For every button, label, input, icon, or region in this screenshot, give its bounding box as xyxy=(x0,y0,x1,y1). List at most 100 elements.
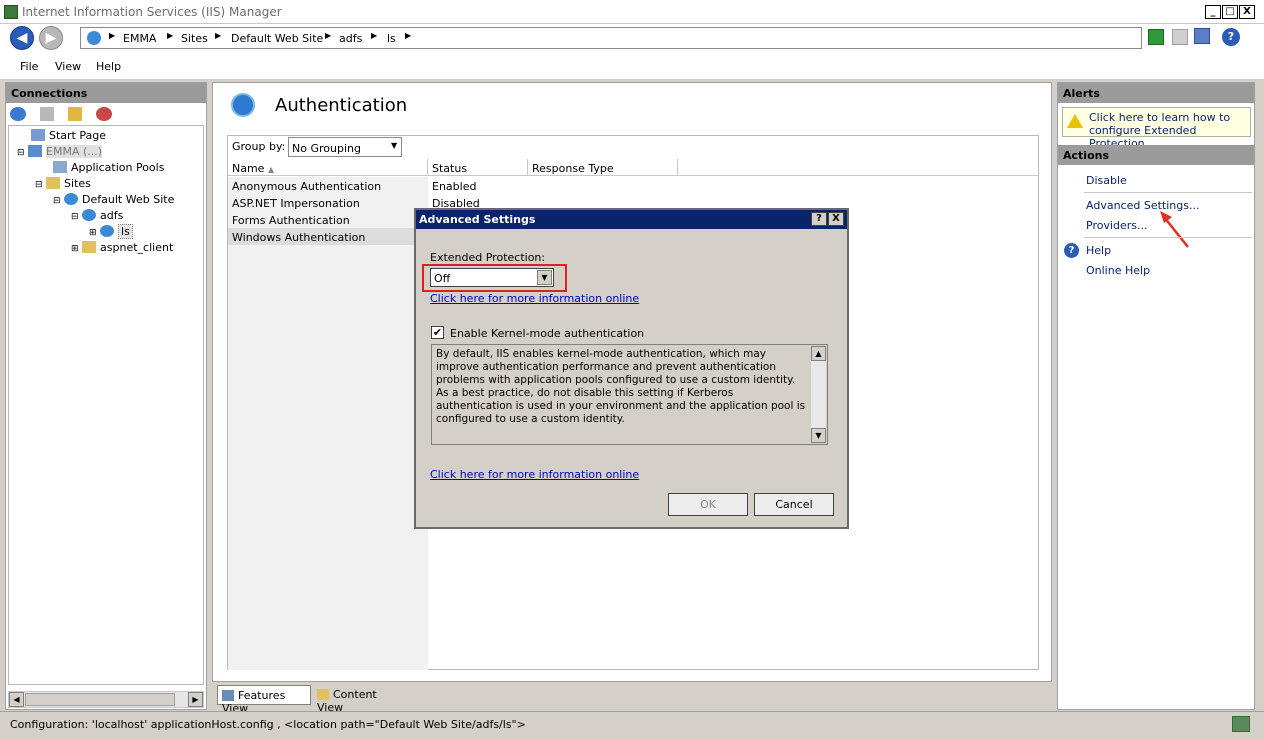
name-column-shade xyxy=(228,177,428,670)
kernel-mode-checkbox[interactable]: ✔ xyxy=(431,326,444,339)
horizontal-scrollbar[interactable]: ◀ ▶ xyxy=(8,691,204,708)
refresh-icon[interactable] xyxy=(1148,29,1164,45)
collapse-icon: ⊟ xyxy=(17,148,25,158)
content-view-icon xyxy=(317,689,329,700)
features-view-icon xyxy=(222,690,234,701)
sort-ascending-icon: ▲ xyxy=(267,165,275,174)
expand-icon: ⊞ xyxy=(89,228,97,238)
crumb-default-web-site[interactable]: Default Web Site xyxy=(231,32,323,45)
connect-icon[interactable] xyxy=(10,107,26,121)
crumb-sites[interactable]: Sites xyxy=(181,32,208,45)
tab-features-view[interactable]: Features View xyxy=(217,685,311,715)
menu-file[interactable]: File xyxy=(20,60,38,73)
help-icon[interactable]: ? xyxy=(1222,28,1240,46)
dialog-help-button[interactable]: ? xyxy=(811,212,827,226)
connections-tree: Start Page ⊟ EMMA (...) Application Pool… xyxy=(8,125,204,685)
warning-icon xyxy=(1067,114,1083,128)
menu-bar: File View Help xyxy=(0,53,1264,80)
alert-box[interactable]: Click here to learn how to configure Ext… xyxy=(1062,107,1251,150)
column-name[interactable]: Name ▲ xyxy=(228,159,428,176)
crumb-ls[interactable]: ls xyxy=(387,32,396,45)
start-page-icon xyxy=(31,129,45,141)
action-providers[interactable]: Providers... xyxy=(1086,219,1148,232)
extended-protection-value: Off xyxy=(434,272,451,285)
crumb-emma[interactable]: EMMA xyxy=(123,32,156,45)
action-help[interactable]: Help xyxy=(1086,244,1111,257)
minimize-button[interactable]: _ xyxy=(1205,5,1221,19)
more-info-link-2[interactable]: Click here for more information online xyxy=(430,468,639,481)
server-icon xyxy=(28,145,43,157)
kernel-mode-label[interactable]: Enable Kernel-mode authentication xyxy=(450,327,644,340)
tree-item-ls[interactable]: ⊞ ls xyxy=(89,224,133,239)
column-header: Name ▲ Status Response Type xyxy=(228,159,1038,176)
forward-arrow-icon[interactable]: ▶ xyxy=(39,26,63,50)
more-info-link-1[interactable]: Click here for more information online xyxy=(430,292,639,305)
description-text: By default, IIS enables kernel-mode auth… xyxy=(436,348,806,425)
tree-item-aspnet-client[interactable]: ⊞ aspnet_client xyxy=(71,241,173,254)
extended-protection-label: Extended Protection: xyxy=(430,251,546,264)
table-row-anonymous[interactable]: Anonymous Authentication xyxy=(232,180,412,193)
expand-icon: ⊞ xyxy=(71,244,79,254)
advanced-settings-dialog: Advanced Settings ? X Extended Protectio… xyxy=(414,208,849,529)
app-pools-icon xyxy=(53,161,67,173)
address-bar[interactable]: ▶ EMMA ▶ Sites ▶ Default Web Site ▶ adfs… xyxy=(80,27,1142,49)
chevron-down-icon: ▼ xyxy=(391,141,398,150)
stop-icon[interactable] xyxy=(1172,29,1188,45)
chevron-right-icon: ▶ xyxy=(109,31,116,40)
help-icon: ? xyxy=(1064,243,1079,258)
action-online-help[interactable]: Online Help xyxy=(1086,264,1150,277)
globe-icon xyxy=(87,31,101,45)
vertical-scrollbar[interactable]: ▲ ▼ xyxy=(811,346,826,443)
collapse-icon: ⊟ xyxy=(35,180,43,190)
scroll-down-icon[interactable]: ▼ xyxy=(811,428,826,443)
back-arrow-icon[interactable]: ◀ xyxy=(10,26,34,50)
action-disable[interactable]: Disable xyxy=(1086,174,1127,187)
save-icon[interactable] xyxy=(40,107,54,121)
column-response-type[interactable]: Response Type xyxy=(528,159,678,176)
menu-view[interactable]: View xyxy=(55,60,81,73)
scroll-thumb[interactable] xyxy=(25,693,175,706)
collapse-icon: ⊟ xyxy=(53,196,61,206)
tab-content-view[interactable]: Content View xyxy=(315,685,407,714)
scroll-right-icon[interactable]: ▶ xyxy=(188,692,203,707)
page-title: Authentication xyxy=(275,95,408,116)
authentication-icon xyxy=(231,93,255,117)
divider xyxy=(1084,192,1252,193)
home-icon[interactable] xyxy=(1194,28,1210,44)
disconnect-icon[interactable] xyxy=(96,107,112,121)
dialog-title-bar: Advanced Settings ? X xyxy=(416,210,847,229)
tree-item-server[interactable]: ⊟ EMMA (...) xyxy=(17,145,103,158)
chevron-right-icon: ▶ xyxy=(325,31,332,40)
chevron-down-icon[interactable]: ▼ xyxy=(537,270,552,285)
scroll-left-icon[interactable]: ◀ xyxy=(9,692,24,707)
folder-up-icon[interactable] xyxy=(68,107,82,121)
view-tabs: Features View Content View xyxy=(212,683,1052,715)
dialog-close-button[interactable]: X xyxy=(828,212,844,226)
cancel-button[interactable]: Cancel xyxy=(754,493,834,516)
maximize-button[interactable]: □ xyxy=(1222,5,1238,19)
tree-item-default-web-site[interactable]: ⊟ Default Web Site xyxy=(53,193,174,206)
close-button[interactable]: X xyxy=(1239,5,1255,19)
scroll-up-icon[interactable]: ▲ xyxy=(811,346,826,361)
tree-item-application-pools[interactable]: Application Pools xyxy=(53,161,164,174)
table-row-windows[interactable]: Windows Authentication xyxy=(232,231,412,244)
table-row-aspnet-impersonation[interactable]: ASP.NET Impersonation xyxy=(232,197,412,210)
menu-help[interactable]: Help xyxy=(96,60,121,73)
navigation-bar: ◀ ▶ ▶ EMMA ▶ Sites ▶ Default Web Site ▶ … xyxy=(0,24,1264,53)
group-by-select[interactable]: No Grouping ▼ xyxy=(288,137,402,157)
description-textarea[interactable]: By default, IIS enables kernel-mode auth… xyxy=(431,344,828,445)
crumb-adfs[interactable]: adfs xyxy=(339,32,362,45)
chevron-right-icon: ▶ xyxy=(215,31,222,40)
status-text: Configuration: 'localhost' applicationHo… xyxy=(10,718,526,731)
column-status[interactable]: Status xyxy=(428,159,528,176)
ok-button[interactable]: OK xyxy=(668,493,748,516)
network-icon xyxy=(1232,716,1250,732)
group-by-value: No Grouping xyxy=(292,142,361,155)
chevron-right-icon: ▶ xyxy=(371,31,378,40)
table-row-forms[interactable]: Forms Authentication xyxy=(232,214,412,227)
tree-item-adfs[interactable]: ⊟ adfs xyxy=(71,209,123,222)
extended-protection-select[interactable]: Off ▼ xyxy=(430,268,554,287)
tree-item-sites[interactable]: ⊟ Sites xyxy=(35,177,91,190)
tree-item-start-page[interactable]: Start Page xyxy=(31,129,106,142)
globe-icon xyxy=(64,193,79,205)
